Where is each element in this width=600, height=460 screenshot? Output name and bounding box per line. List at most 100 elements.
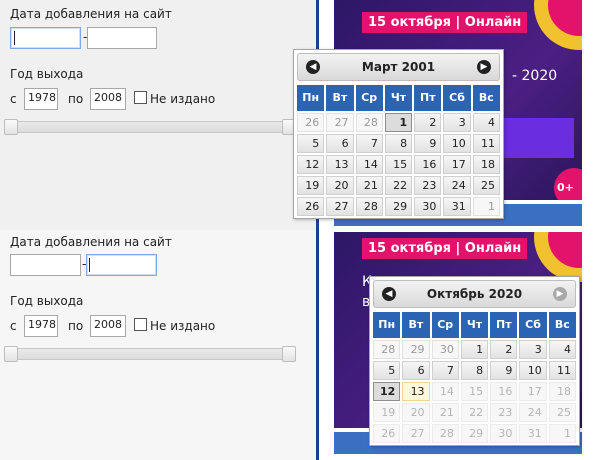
next-month-icon: ▶ — [553, 287, 567, 301]
filter-panel-top: Дата добавления на сайт - Год выхода с 1… — [0, 0, 316, 230]
unpublished-label: Не издано — [150, 92, 216, 106]
datepicker-header: ◀ Март 2001 ▶ — [297, 53, 500, 81]
day-cell[interactable]: 29 — [384, 197, 413, 216]
unpublished-checkbox[interactable] — [134, 91, 147, 104]
day-cell: 30 — [490, 424, 518, 443]
year-label: Год выхода — [10, 67, 84, 81]
added-date-from-input[interactable] — [10, 27, 81, 49]
added-date-from-input[interactable] — [10, 254, 81, 276]
day-cell[interactable]: 26 — [297, 197, 325, 216]
day-cell[interactable]: 6 — [326, 134, 354, 153]
day-cell[interactable]: 7 — [431, 361, 459, 380]
day-cell[interactable]: 13 — [402, 382, 430, 401]
day-cell[interactable]: 5 — [297, 134, 325, 153]
day-cell[interactable]: 26 — [297, 113, 325, 132]
day-cell: 16 — [490, 382, 518, 401]
year-from-input[interactable]: 1978 — [24, 88, 58, 110]
unpublished-checkbox[interactable] — [134, 318, 147, 331]
day-cell[interactable]: 16 — [414, 155, 442, 174]
day-cell[interactable]: 27 — [326, 113, 354, 132]
day-cell[interactable]: 29 — [402, 340, 430, 359]
day-cell[interactable]: 27 — [326, 197, 354, 216]
day-cell[interactable]: 28 — [373, 340, 401, 359]
ad-date-tag: 15 октября | Онлайн — [362, 238, 528, 259]
day-cell[interactable]: 5 — [373, 361, 401, 380]
day-cell[interactable]: 8 — [384, 134, 413, 153]
day-cell[interactable]: 28 — [355, 197, 383, 216]
slider-handle-right[interactable] — [282, 346, 296, 362]
day-cell[interactable]: 8 — [460, 361, 489, 380]
day-cell[interactable]: 30 — [431, 340, 459, 359]
added-date-to-input[interactable] — [86, 254, 157, 276]
day-cell[interactable]: 2 — [414, 113, 442, 132]
day-cell[interactable]: 31 — [443, 197, 471, 216]
day-cell[interactable]: 28 — [355, 113, 383, 132]
day-cell[interactable]: 13 — [326, 155, 354, 174]
datepicker-header: ◀ Октябрь 2020 ▶ — [373, 280, 576, 308]
added-date-label: Дата добавления на сайт — [10, 235, 172, 249]
weekday-label: Сб — [519, 312, 547, 338]
weekday-label: Пт — [414, 85, 442, 111]
day-cell[interactable]: 12 — [373, 382, 401, 401]
added-date-to-input[interactable] — [87, 27, 157, 49]
day-cell[interactable]: 18 — [472, 155, 500, 174]
slider-handle-left[interactable] — [4, 346, 18, 362]
day-cell[interactable]: 9 — [490, 361, 518, 380]
day-cell[interactable]: 10 — [443, 134, 471, 153]
day-cell[interactable]: 20 — [326, 176, 354, 195]
datepicker-title: Март 2001 — [361, 60, 436, 74]
day-cell[interactable]: 1 — [460, 340, 489, 359]
day-cell[interactable]: 24 — [443, 176, 471, 195]
day-cell[interactable]: 14 — [355, 155, 383, 174]
day-cell[interactable]: 12 — [297, 155, 325, 174]
year-to-label: по — [68, 319, 84, 333]
day-cell[interactable]: 23 — [414, 176, 442, 195]
day-cell[interactable]: 4 — [548, 340, 576, 359]
year-range-slider[interactable] — [9, 348, 293, 360]
unpublished-label: Не издано — [150, 319, 216, 333]
day-cell[interactable]: 7 — [355, 134, 383, 153]
day-cell[interactable]: 9 — [414, 134, 442, 153]
year-to-input[interactable]: 2008 — [90, 315, 126, 337]
day-cell[interactable]: 30 — [414, 197, 442, 216]
day-cell[interactable]: 10 — [519, 361, 547, 380]
year-to-input[interactable]: 2008 — [90, 88, 126, 110]
day-cell[interactable]: 4 — [472, 113, 500, 132]
day-cell[interactable]: 15 — [384, 155, 413, 174]
filter-panel-bottom: Дата добавления на сайт - Год выхода с 1… — [0, 230, 316, 460]
day-cell[interactable]: 11 — [548, 361, 576, 380]
day-cell: 23 — [490, 403, 518, 422]
year-from-input[interactable]: 1978 — [24, 315, 58, 337]
year-from-label: с — [10, 319, 17, 333]
year-range-slider[interactable] — [9, 121, 293, 133]
day-cell[interactable]: 21 — [355, 176, 383, 195]
day-cell[interactable]: 6 — [402, 361, 430, 380]
day-cell: 31 — [519, 424, 547, 443]
weekday-label: Ср — [355, 85, 383, 111]
day-cell: 22 — [460, 403, 489, 422]
day-cell: 29 — [460, 424, 489, 443]
datepicker-october-2020: ◀ Октябрь 2020 ▶ Пн Вт Ср Чт Пт Сб Вс 28 29 30 1 2… — [369, 276, 580, 446]
next-month-icon[interactable]: ▶ — [477, 60, 491, 74]
day-cell[interactable]: 17 — [443, 155, 471, 174]
day-grid: 26 27 28 1 2 3 4 5 6 7 8 9 10 11 12 13 14 15 16 17 18 19 20 21 2… — [297, 113, 500, 216]
day-cell[interactable]: 25 — [472, 176, 500, 195]
weekday-label: Чт — [460, 312, 489, 338]
day-cell[interactable]: 3 — [443, 113, 471, 132]
day-cell: 18 — [548, 382, 576, 401]
weekday-label: Вс — [548, 312, 576, 338]
day-cell[interactable]: 11 — [472, 134, 500, 153]
day-cell[interactable]: 1 — [472, 197, 500, 216]
day-cell[interactable]: 19 — [297, 176, 325, 195]
ad-year-text: - 2020 — [512, 68, 558, 84]
day-cell[interactable]: 22 — [384, 176, 413, 195]
day-grid: 28 29 30 1 2 3 4 5 6 7 8 9 10 11 12 13 14 15 16 17 18 19 20 21 2… — [373, 340, 576, 443]
day-cell[interactable]: 3 — [519, 340, 547, 359]
ad-cta-block — [504, 118, 574, 158]
weekday-label: Вс — [472, 85, 500, 111]
day-cell: 19 — [373, 403, 401, 422]
day-cell[interactable]: 1 — [384, 113, 413, 132]
ad-date-tag: 15 октября | Онлайн — [362, 12, 528, 33]
slider-handle-left[interactable] — [4, 119, 18, 135]
day-cell[interactable]: 2 — [490, 340, 518, 359]
